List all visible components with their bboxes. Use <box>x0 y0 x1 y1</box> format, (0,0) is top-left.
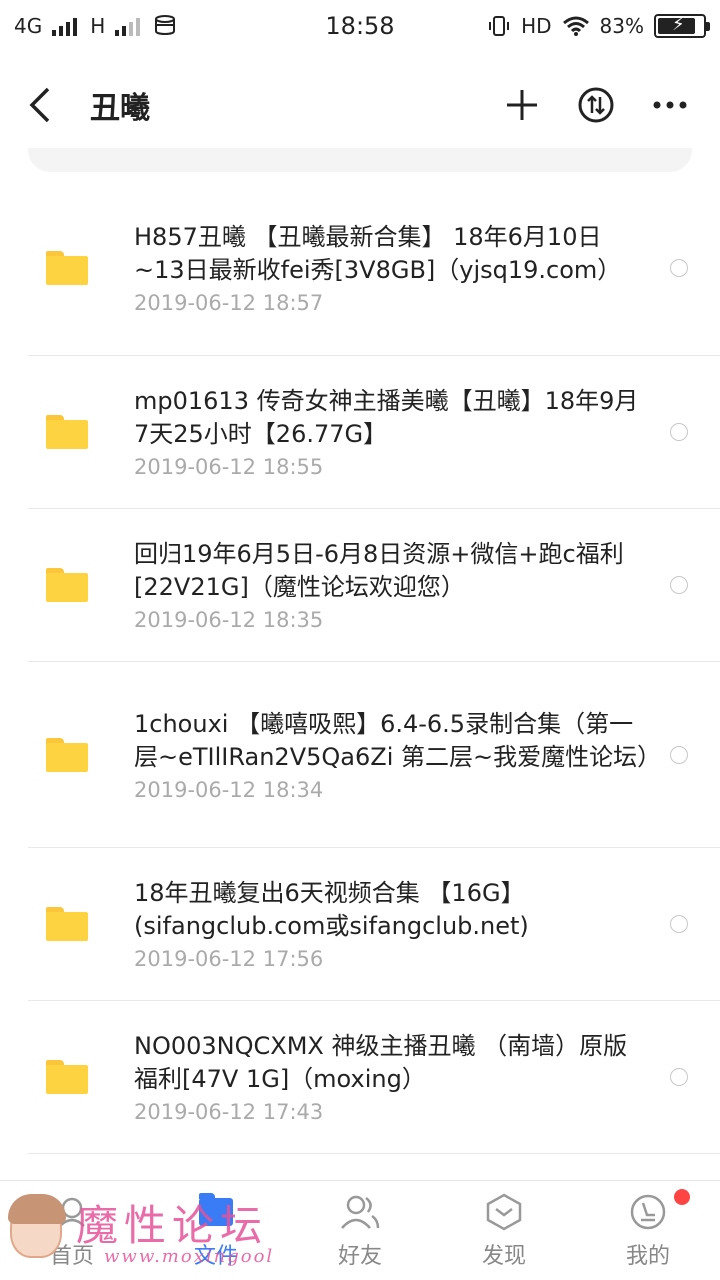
select-checkbox[interactable] <box>670 258 688 277</box>
more-icon <box>653 101 687 109</box>
item-name: NO003NQCXMX 神级主播丑曦 （南墙）原版福利[47V 1G]（moxi… <box>134 1032 628 1093</box>
hd-label: HD <box>521 14 552 38</box>
item-date: 2019-06-12 18:35 <box>134 608 324 632</box>
nav-discover[interactable]: 发现 <box>432 1181 576 1280</box>
nav-label: 好友 <box>337 1243 382 1269</box>
item-text: 1chouxi 【曦嘻吸熙】6.4-6.5录制合集（第一层~eTIlIRan2V… <box>134 708 720 802</box>
back-arrow-icon <box>29 87 50 123</box>
page-title: 丑曦 <box>90 91 150 126</box>
nav-home[interactable]: 首页 <box>0 1181 144 1280</box>
item-text: 18年丑曦复出6天视频合集 【16G】(sifangclub.com或sifan… <box>134 877 720 971</box>
nav-label: 我的 <box>625 1243 670 1269</box>
battery-percent: 83% <box>599 14 644 38</box>
status-right: HD 83% ⚡ <box>487 14 710 38</box>
item-text: mp01613 传奇女神主播美曦【丑曦】18年9月7天25小时【26.77G】 … <box>134 385 720 479</box>
status-bar: 4G H 18:58 HD 83% ⚡ <box>0 0 720 52</box>
item-name: 18年丑曦复出6天视频合集 【16G】(sifangclub.com或sifan… <box>134 879 529 940</box>
status-left: 4G H <box>14 14 177 38</box>
item-name: H857丑曦 【丑曦最新合集】 18年6月10日~13日最新收fei秀[3V8G… <box>134 222 622 284</box>
vibrate-icon <box>489 16 510 36</box>
list-item[interactable]: 18年丑曦复出6天视频合集 【16G】(sifangclub.com或sifan… <box>28 848 720 1001</box>
sort-icon <box>578 87 614 123</box>
data-saver-icon <box>155 15 176 36</box>
folder-icon <box>46 568 88 602</box>
item-date: 2019-06-12 18:55 <box>134 455 324 479</box>
nav-label: 首页 <box>49 1243 94 1269</box>
nav-files[interactable]: 文件 <box>144 1181 288 1280</box>
folder-icon <box>46 250 88 285</box>
back-button[interactable] <box>0 65 80 145</box>
network-4g-label: 4G <box>14 14 43 38</box>
folder-icon <box>46 1060 88 1094</box>
item-date: 2019-06-12 18:34 <box>134 777 324 802</box>
plus-icon <box>507 90 537 120</box>
item-name: mp01613 传奇女神主播美曦【丑曦】18年9月7天25小时【26.77G】 <box>134 387 639 448</box>
wifi-icon <box>562 16 589 36</box>
item-name: 1chouxi 【曦嘻吸熙】6.4-6.5录制合集（第一层~eTIlIRan2V… <box>134 709 662 771</box>
select-checkbox[interactable] <box>670 915 688 933</box>
list-item[interactable]: 1chouxi 【曦嘻吸熙】6.4-6.5录制合集（第一层~eTIlIRan2V… <box>28 662 720 848</box>
battery-icon: ⚡ <box>654 14 710 38</box>
list-item[interactable]: NO003NQCXMX 神级主播丑曦 （南墙）原版福利[47V 1G]（moxi… <box>28 1001 720 1154</box>
item-name: 回归19年6月5日-6月8日资源+微信+跑c福利[22V21G]（魔性论坛欢迎您… <box>134 540 624 601</box>
item-text: 回归19年6月5日-6月8日资源+微信+跑c福利[22V21G]（魔性论坛欢迎您… <box>134 538 720 632</box>
item-date: 2019-06-12 18:57 <box>134 290 324 315</box>
item-date: 2019-06-12 17:43 <box>134 1100 324 1124</box>
notification-badge <box>674 1189 690 1205</box>
select-checkbox[interactable] <box>670 745 688 764</box>
sort-button[interactable] <box>560 69 632 141</box>
nav-friends[interactable]: 好友 <box>288 1181 432 1280</box>
file-list: H857丑曦 【丑曦最新合集】 18年6月10日~13日最新收fei秀[3V8G… <box>0 180 720 1154</box>
item-text: NO003NQCXMX 神级主播丑曦 （南墙）原版福利[47V 1G]（moxi… <box>134 1030 720 1124</box>
more-button[interactable] <box>634 69 706 141</box>
nav-profile[interactable]: 我的 <box>576 1181 720 1280</box>
collapsed-search-bar[interactable] <box>28 148 692 172</box>
profile-icon <box>628 1192 668 1232</box>
charging-icon: ⚡ <box>672 14 685 35</box>
folder-icon <box>196 1192 236 1232</box>
list-item[interactable]: H857丑曦 【丑曦最新合集】 18年6月10日~13日最新收fei秀[3V8G… <box>28 180 720 356</box>
friends-icon <box>340 1192 380 1232</box>
item-date: 2019-06-12 17:56 <box>134 947 324 971</box>
select-checkbox[interactable] <box>670 423 688 441</box>
add-button[interactable] <box>486 69 558 141</box>
select-checkbox[interactable] <box>670 1068 688 1086</box>
home-icon <box>52 1192 92 1232</box>
signal-icon <box>52 18 78 36</box>
header-bar: 丑曦 <box>0 60 720 150</box>
item-text: H857丑曦 【丑曦最新合集】 18年6月10日~13日最新收fei秀[3V8G… <box>134 221 720 315</box>
folder-icon <box>46 737 88 772</box>
network-h-label: H <box>90 14 106 38</box>
folder-icon <box>46 907 88 941</box>
list-item[interactable]: 回归19年6月5日-6月8日资源+微信+跑c福利[22V21G]（魔性论坛欢迎您… <box>28 509 720 662</box>
bottom-navigation: 首页 文件 好友 发现 我的 <box>0 1180 720 1280</box>
folder-icon <box>46 415 88 449</box>
list-item[interactable]: mp01613 传奇女神主播美曦【丑曦】18年9月7天25小时【26.77G】 … <box>28 356 720 509</box>
discover-icon <box>484 1192 524 1232</box>
select-checkbox[interactable] <box>670 576 688 594</box>
nav-label: 发现 <box>481 1243 526 1269</box>
signal-icon-secondary <box>115 18 141 36</box>
nav-label: 文件 <box>193 1243 238 1269</box>
